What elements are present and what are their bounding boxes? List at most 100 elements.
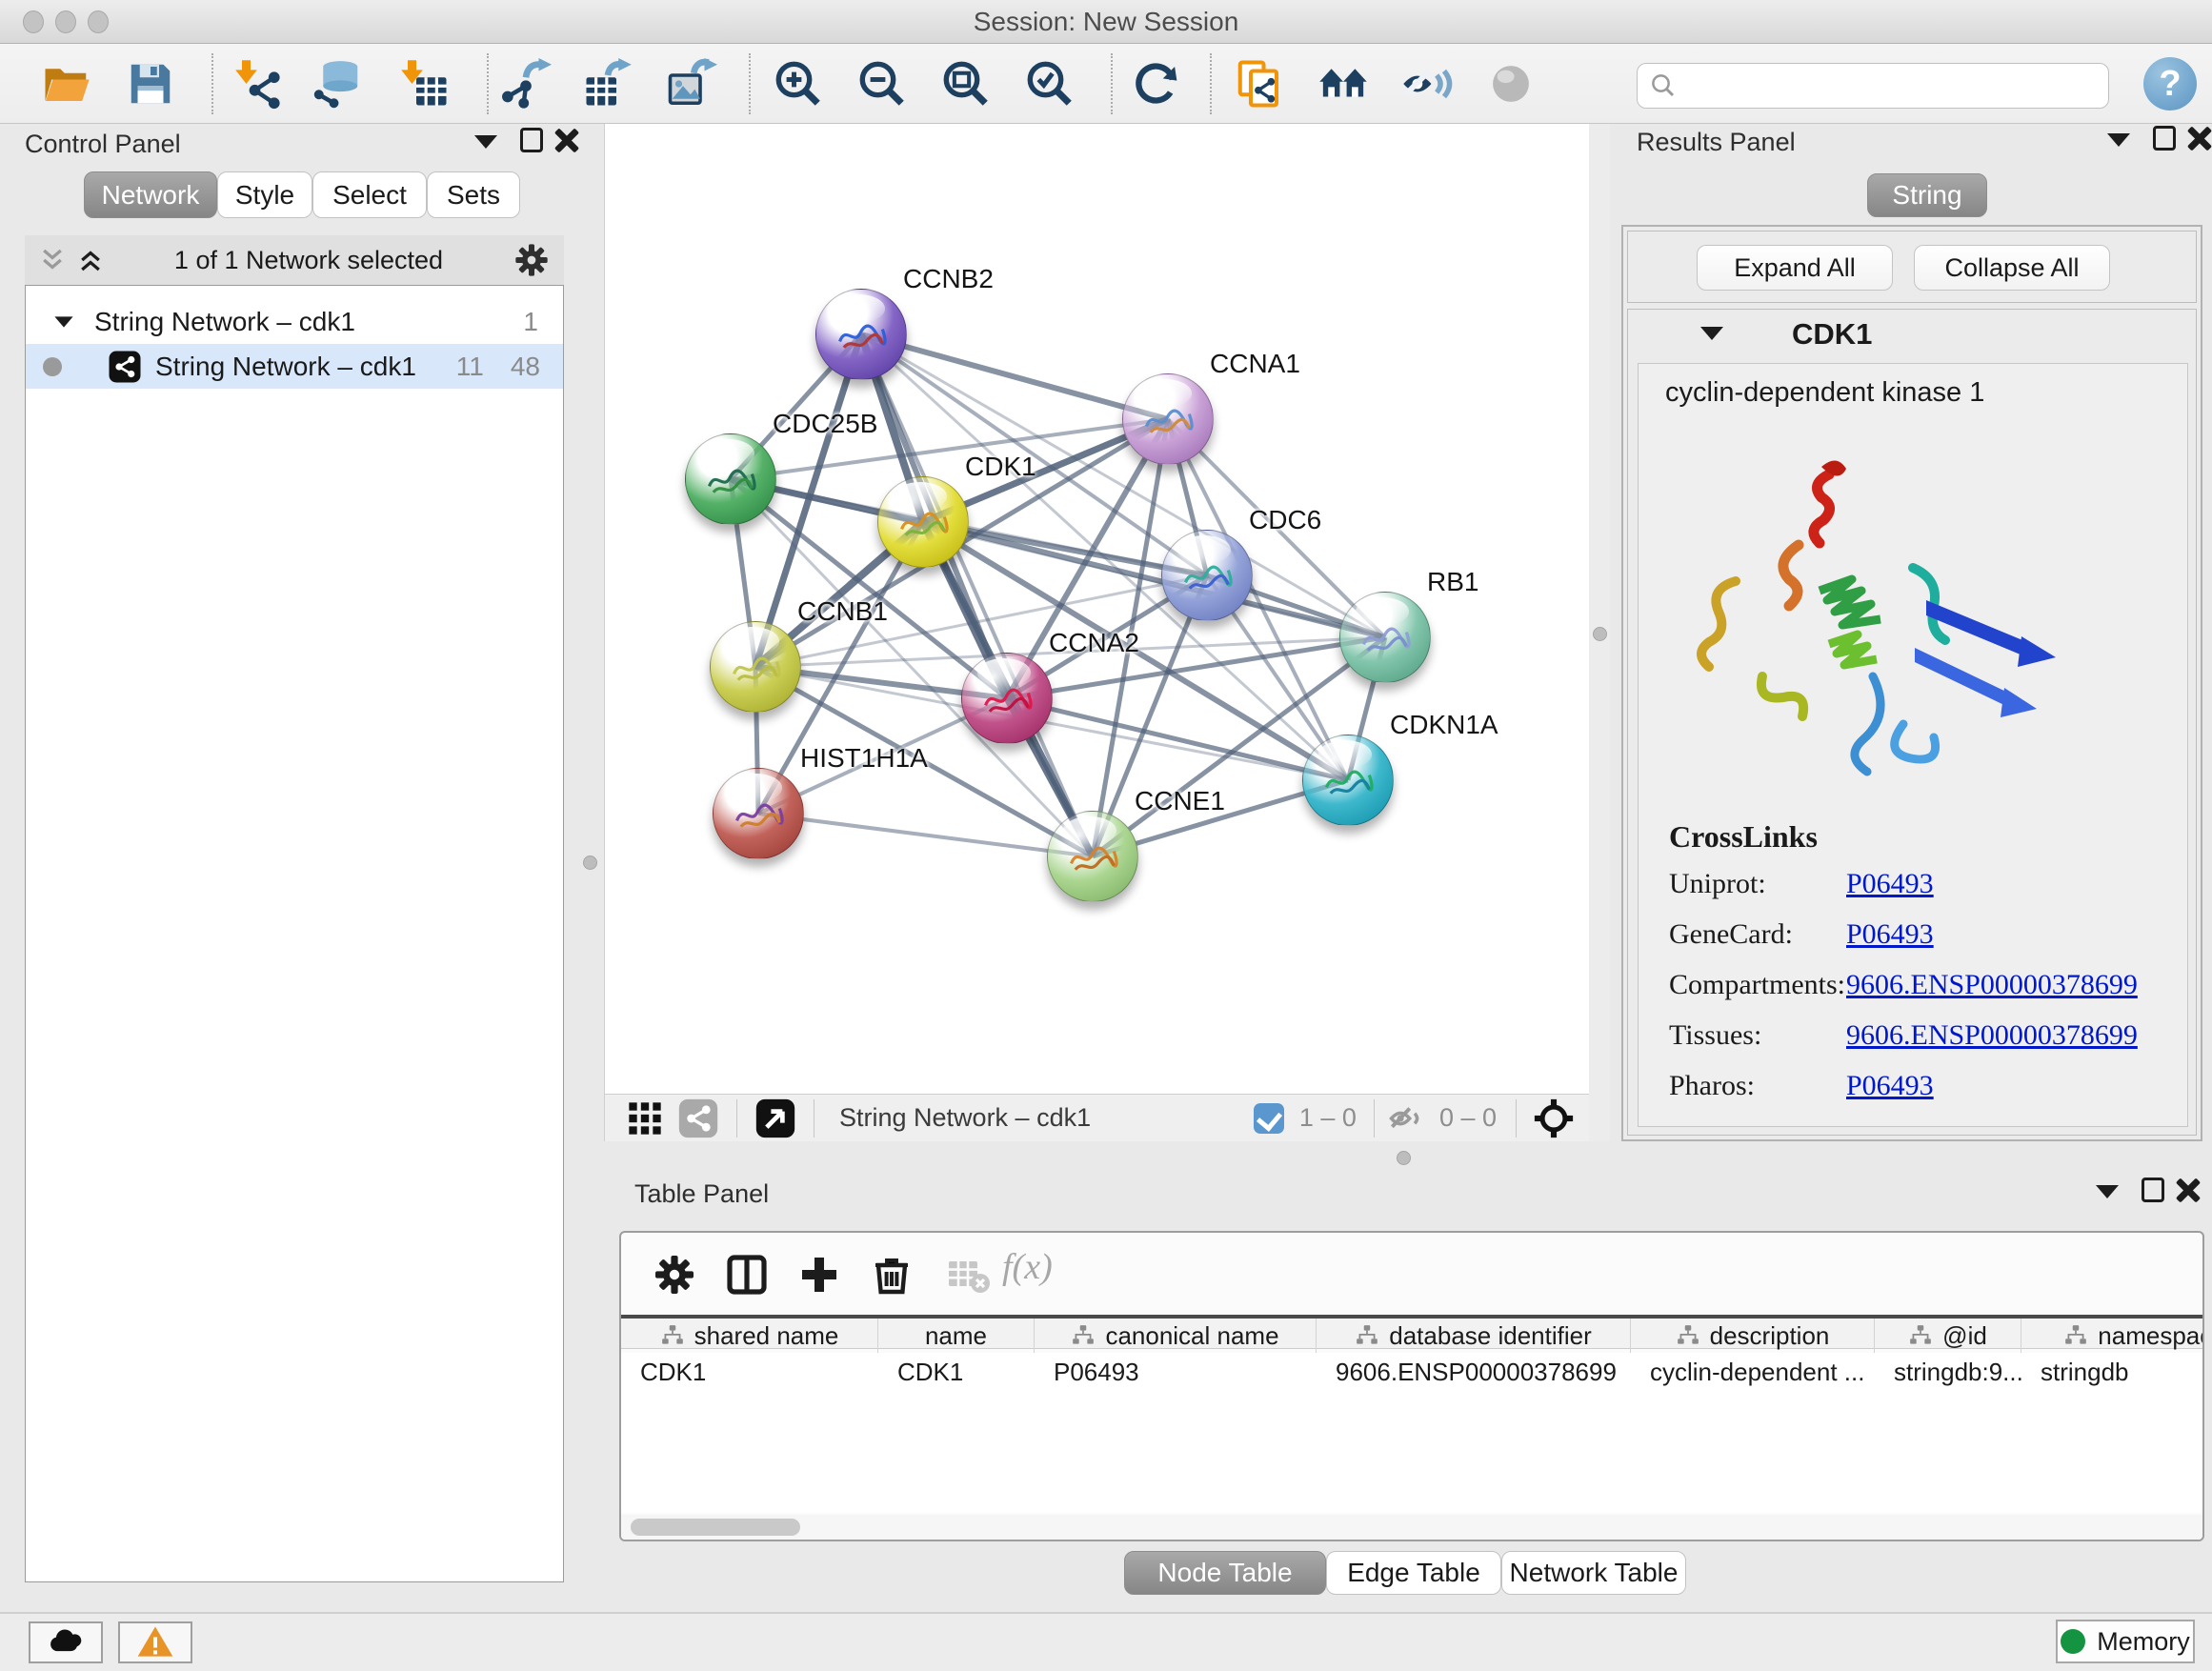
clone-network-icon[interactable] bbox=[1231, 55, 1288, 112]
show-columns-icon[interactable] bbox=[718, 1248, 775, 1301]
network-node-ccne1[interactable] bbox=[1047, 811, 1138, 902]
cloud-button[interactable] bbox=[29, 1621, 103, 1663]
search-input[interactable] bbox=[1678, 67, 2108, 105]
network-node-ccnb1[interactable] bbox=[710, 621, 801, 713]
table-cell[interactable]: CDK1 bbox=[878, 1353, 1035, 1391]
scrollbar-thumb[interactable] bbox=[631, 1519, 800, 1536]
table-cell[interactable]: P06493 bbox=[1035, 1353, 1317, 1391]
crosslink-link[interactable]: P06493 bbox=[1846, 918, 1934, 951]
export-network-icon[interactable] bbox=[497, 55, 554, 112]
export-image-icon[interactable] bbox=[663, 55, 720, 112]
network-node-cdkn1a[interactable] bbox=[1302, 735, 1394, 826]
import-database-icon[interactable] bbox=[310, 55, 367, 112]
crosslink-link[interactable]: 9606.ENSP00000378699 bbox=[1846, 1019, 2138, 1052]
control-panel-float-icon[interactable] bbox=[520, 128, 543, 152]
fit-selected-crosshair-icon[interactable] bbox=[1532, 1097, 1576, 1140]
left-splitter-handle[interactable] bbox=[583, 856, 597, 870]
network-edge[interactable] bbox=[1007, 698, 1348, 780]
string-style-icon[interactable] bbox=[677, 1097, 719, 1139]
show-all-icon[interactable] bbox=[1482, 55, 1539, 112]
horizontal-scrollbar[interactable] bbox=[621, 1515, 2204, 1540]
delete-table-icon[interactable] bbox=[939, 1248, 996, 1301]
network-node-ccna2[interactable] bbox=[961, 653, 1053, 744]
help-icon[interactable]: ? bbox=[2143, 57, 2197, 111]
hide-unselected-icon[interactable] bbox=[1398, 55, 1456, 112]
tab-network[interactable]: Network bbox=[84, 171, 217, 218]
control-panel-close-icon[interactable] bbox=[554, 128, 579, 152]
column-header-canonical-name[interactable]: canonical name bbox=[1035, 1319, 1317, 1353]
cdk1-expander-icon[interactable] bbox=[1700, 327, 1723, 340]
delete-column-icon[interactable] bbox=[863, 1248, 920, 1301]
network-edge[interactable] bbox=[758, 814, 1093, 856]
open-session-icon[interactable] bbox=[38, 55, 95, 112]
warning-button[interactable] bbox=[118, 1621, 192, 1663]
table-cell[interactable]: 9606.ENSP00000378699 bbox=[1317, 1353, 1631, 1391]
table-panel-float-icon[interactable] bbox=[2142, 1178, 2164, 1202]
tab-style[interactable]: Style bbox=[217, 171, 312, 218]
import-table-icon[interactable] bbox=[396, 55, 453, 112]
network-edge[interactable] bbox=[861, 334, 1093, 856]
table-panel-close-icon[interactable] bbox=[2176, 1178, 2201, 1202]
tab-node-table[interactable]: Node Table bbox=[1124, 1551, 1326, 1595]
network-node-ccna1[interactable] bbox=[1122, 373, 1214, 465]
birdseye-view-icon[interactable] bbox=[754, 1097, 796, 1139]
expand-all-chevron-icon[interactable] bbox=[76, 246, 105, 274]
grid-view-icon[interactable] bbox=[626, 1099, 664, 1137]
collapse-all-chevron-icon[interactable] bbox=[38, 246, 67, 274]
zoom-selected-icon[interactable] bbox=[1021, 55, 1078, 112]
results-panel-float-icon[interactable] bbox=[2153, 126, 2176, 151]
collection-expander-icon[interactable] bbox=[54, 316, 72, 327]
network-node-cdk1[interactable] bbox=[877, 476, 969, 568]
results-panel-menu-icon[interactable] bbox=[2107, 133, 2130, 147]
column-header-description[interactable]: description bbox=[1631, 1319, 1875, 1353]
results-panel-close-icon[interactable] bbox=[2187, 126, 2212, 151]
table-options-gear-icon[interactable] bbox=[646, 1248, 703, 1301]
save-session-icon[interactable] bbox=[122, 55, 179, 112]
table-cell[interactable]: stringdb bbox=[2021, 1353, 2204, 1391]
bottom-splitter-handle[interactable] bbox=[1397, 1151, 1411, 1165]
crosslink-link[interactable]: 9606.ENSP00000378699 bbox=[1846, 969, 2138, 1001]
home-networks-icon[interactable] bbox=[1315, 55, 1372, 112]
network-row-selected[interactable]: String Network – cdk1 11 48 bbox=[26, 344, 563, 389]
network-node-hist1h1a[interactable] bbox=[713, 768, 804, 859]
column-header-name[interactable]: name bbox=[878, 1319, 1035, 1353]
network-node-ccnb2[interactable] bbox=[815, 289, 907, 380]
crosslink-link[interactable]: P06493 bbox=[1846, 1070, 1934, 1102]
network-node-cdc6[interactable] bbox=[1161, 530, 1253, 621]
hidden-count-badge: 0 – 0 bbox=[1439, 1103, 1497, 1133]
tab-edge-table[interactable]: Edge Table bbox=[1326, 1551, 1501, 1595]
tab-string[interactable]: String bbox=[1867, 173, 1987, 217]
network-node-cdc25b[interactable] bbox=[685, 433, 776, 525]
network-node-rb1[interactable] bbox=[1339, 592, 1431, 683]
control-panel-menu-icon[interactable] bbox=[474, 135, 497, 149]
table-row[interactable]: CDK1CDK1P064939606.ENSP00000378699cyclin… bbox=[621, 1353, 2204, 1391]
hidden-eye-slash-icon[interactable] bbox=[1388, 1098, 1428, 1138]
table-cell[interactable]: CDK1 bbox=[621, 1353, 878, 1391]
export-table-icon[interactable] bbox=[579, 55, 636, 112]
tab-sets[interactable]: Sets bbox=[427, 171, 520, 218]
right-splitter-handle[interactable] bbox=[1593, 627, 1607, 641]
add-column-icon[interactable] bbox=[791, 1248, 848, 1301]
column-header-database-identifier[interactable]: database identifier bbox=[1317, 1319, 1631, 1353]
zoom-out-icon[interactable] bbox=[854, 55, 911, 112]
table-cell[interactable]: stringdb:9... bbox=[1875, 1353, 2021, 1391]
zoom-in-icon[interactable] bbox=[770, 55, 827, 112]
expand-all-button[interactable]: Expand All bbox=[1697, 245, 1893, 291]
column-header-shared-name[interactable]: shared name bbox=[621, 1319, 878, 1353]
column-header--id[interactable]: @id bbox=[1875, 1319, 2021, 1353]
crosslink-link[interactable]: P06493 bbox=[1846, 868, 1934, 900]
collapse-all-button[interactable]: Collapse All bbox=[1914, 245, 2110, 291]
import-network-icon[interactable] bbox=[231, 55, 288, 112]
column-header-namespace[interactable]: namespace bbox=[2021, 1319, 2204, 1353]
tab-select[interactable]: Select bbox=[312, 171, 427, 218]
network-options-gear-icon[interactable] bbox=[513, 241, 551, 279]
refresh-icon[interactable] bbox=[1128, 55, 1185, 112]
tab-network-table[interactable]: Network Table bbox=[1501, 1551, 1686, 1595]
selected-nodes-checkbox-icon[interactable] bbox=[1254, 1103, 1284, 1134]
table-cell[interactable]: cyclin-dependent ... bbox=[1631, 1353, 1875, 1391]
zoom-fit-icon[interactable] bbox=[937, 55, 995, 112]
table-panel-menu-icon[interactable] bbox=[2096, 1185, 2119, 1198]
network-canvas[interactable]: CCNB2CCNA1CDC25BCDK1CDC6RB1CCNB1CCNA2CDK… bbox=[604, 124, 1589, 1094]
memory-button[interactable]: Memory bbox=[2056, 1620, 2195, 1663]
network-collection-row[interactable]: String Network – cdk1 1 bbox=[26, 299, 563, 344]
